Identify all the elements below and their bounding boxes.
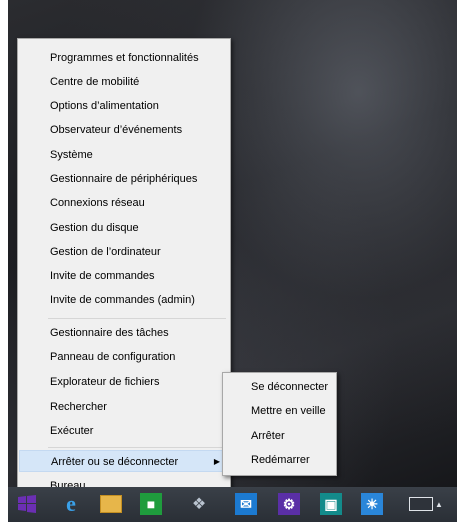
menu-item-label: Arrêter ou se déconnecter [51, 456, 179, 468]
menu-item-command-prompt-admin[interactable]: Invite de commandes (admin) [19, 289, 229, 311]
menu-item-mobility-center[interactable]: Centre de mobilité [19, 71, 229, 93]
satellite-icon[interactable]: ❖ [184, 490, 214, 518]
taskbar: e ■ ❖ ✉ ⚙ ▣ ☀ ▲ [8, 487, 457, 522]
menu-item-task-manager[interactable]: Gestionnaire des tâches [19, 322, 229, 344]
submenu-item-shut-down[interactable]: Arrêter [224, 425, 335, 447]
menu-separator [48, 447, 226, 448]
power-user-menu: Programmes et fonctionnalités Centre de … [17, 38, 231, 498]
menu-item-system[interactable]: Système [19, 144, 229, 166]
submenu-arrow-icon: ▶ [213, 457, 220, 466]
menu-item-device-manager[interactable]: Gestionnaire de périphériques [19, 168, 229, 190]
internet-explorer-icon[interactable]: e [56, 490, 86, 518]
submenu-item-restart[interactable]: Redémarrer [224, 449, 335, 471]
menu-item-computer-management[interactable]: Gestion de l’ordinateur [19, 241, 229, 263]
submenu-item-sleep[interactable]: Mettre en veille [224, 400, 335, 422]
menu-item-run[interactable]: Exécuter [19, 420, 229, 442]
store-icon[interactable]: ■ [136, 490, 166, 518]
menu-item-search[interactable]: Rechercher [19, 396, 229, 418]
settings-icon[interactable]: ⚙ [274, 490, 304, 518]
menu-item-command-prompt[interactable]: Invite de commandes [19, 265, 229, 287]
start-icon[interactable] [12, 490, 42, 518]
menu-item-shutdown-signout[interactable]: Arrêter ou se déconnecter ▶ [19, 450, 229, 472]
tray-expand-icon[interactable]: ▲ [429, 490, 449, 518]
menu-item-power-options[interactable]: Options d’alimentation [19, 95, 229, 117]
photos-icon[interactable]: ▣ [316, 490, 346, 518]
file-explorer-icon[interactable] [96, 490, 126, 518]
menu-item-control-panel[interactable]: Panneau de configuration [19, 346, 229, 368]
menu-separator [48, 318, 226, 319]
menu-item-disk-management[interactable]: Gestion du disque [19, 217, 229, 239]
mail-icon[interactable]: ✉ [231, 490, 261, 518]
menu-item-event-viewer[interactable]: Observateur d’événements [19, 119, 229, 141]
menu-item-programs-features[interactable]: Programmes et fonctionnalités [19, 47, 229, 69]
weather-icon[interactable]: ☀ [357, 490, 387, 518]
submenu-item-sign-out[interactable]: Se déconnecter [224, 376, 335, 398]
shutdown-submenu: Se déconnecter Mettre en veille Arrêter … [222, 372, 337, 476]
menu-item-file-explorer[interactable]: Explorateur de fichiers [19, 371, 229, 393]
menu-item-network-connections[interactable]: Connexions réseau [19, 192, 229, 214]
